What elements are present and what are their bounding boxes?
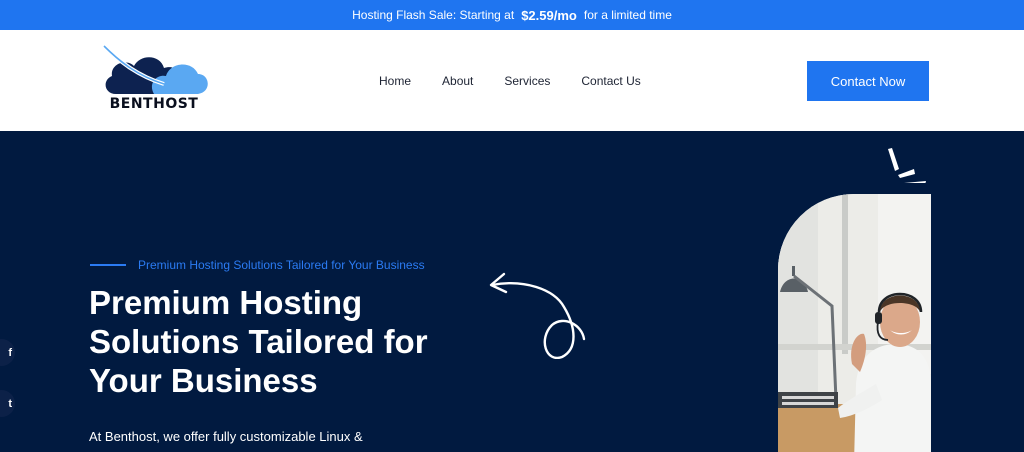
tagline-line [90, 264, 126, 266]
promo-bar: Hosting Flash Sale: Starting at $2.59/mo… [0, 0, 1024, 30]
twitter-icon: t [8, 397, 12, 410]
promo-price: $2.59/mo [521, 7, 577, 23]
nav-contact-us[interactable]: Contact Us [581, 74, 640, 88]
hero-tagline: Premium Hosting Solutions Tailored for Y… [90, 258, 425, 272]
hero-description: At Benthost, we offer fully customizable… [89, 429, 363, 444]
desc-start: At Benthost, we offer [89, 429, 210, 444]
promo-text: Hosting Flash Sale: Starting at [352, 8, 515, 22]
tagline-text: Premium Hosting Solutions Tailored for Y… [138, 258, 425, 272]
nav-about[interactable]: About [442, 74, 473, 88]
support-agent-image [778, 194, 931, 452]
hero-title: Premium Hosting Solutions Tailored for Y… [89, 284, 428, 399]
main-nav: Home About Services Contact Us [379, 74, 672, 88]
cloud-logo-icon [102, 44, 208, 94]
facebook-icon: f [8, 346, 12, 359]
site-logo[interactable]: BENTHOST [98, 44, 210, 116]
hero-section: Premium Hosting Solutions Tailored for Y… [0, 131, 1024, 452]
logo-wordmark: BENTHOST [109, 96, 199, 112]
nav-services[interactable]: Services [504, 74, 550, 88]
hero-photo [778, 194, 931, 452]
contact-now-button[interactable]: Contact Now [807, 61, 929, 101]
promo-text-end: for a limited time [583, 8, 672, 22]
nav-home[interactable]: Home [379, 74, 411, 88]
sparkle-icon [888, 148, 926, 183]
curly-arrow-icon [489, 272, 586, 359]
site-header: BENTHOST Home About Services Contact Us … [0, 30, 1024, 131]
desc-bold: fully customizable Linux & [213, 429, 363, 444]
